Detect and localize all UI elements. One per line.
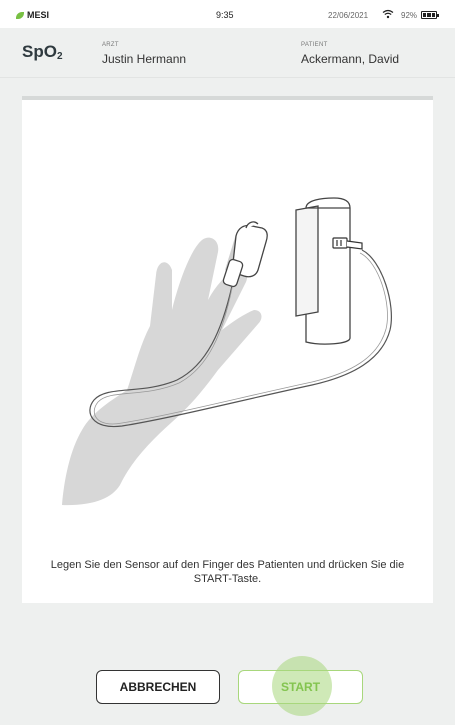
hand-with-pulse-oximeter-sensor-illustration [62, 197, 392, 506]
cancel-button[interactable]: ABBRECHEN [96, 670, 220, 704]
doctor-label: ARZT [102, 42, 119, 48]
brand: MESI [16, 10, 49, 20]
patient-label: PATIENT [301, 42, 328, 48]
brand-name: MESI [27, 10, 50, 20]
battery-percent: 92% [401, 11, 418, 20]
start-button-label: START [280, 680, 321, 694]
measurement-header: SpO2 ARZT Justin Hermann PATIENT Ackerma… [0, 28, 455, 78]
cancel-button-label: ABBRECHEN [119, 680, 197, 694]
status-date: 22/06/2021 [328, 11, 369, 20]
leaf-logo-icon [16, 11, 24, 19]
doctor-name: Justin Hermann [102, 52, 187, 66]
patient-name: Ackermann, David [301, 52, 400, 66]
wifi-icon [382, 9, 394, 21]
mode-title-main: SpO [22, 42, 57, 61]
battery-icon [421, 11, 439, 19]
start-button[interactable]: START [238, 656, 363, 716]
status-bar: MESI 9:35 22/06/2021 92% [0, 0, 455, 28]
mode-title-subscript: 2 [56, 51, 63, 62]
measurement-mode-title: SpO2 [22, 42, 63, 62]
instruction-text: Legen Sie den Sensor auf den Finger des … [50, 559, 405, 585]
status-time: 9:35 [216, 10, 234, 20]
instruction-card: Legen Sie den Sensor auf den Finger des … [22, 96, 433, 603]
